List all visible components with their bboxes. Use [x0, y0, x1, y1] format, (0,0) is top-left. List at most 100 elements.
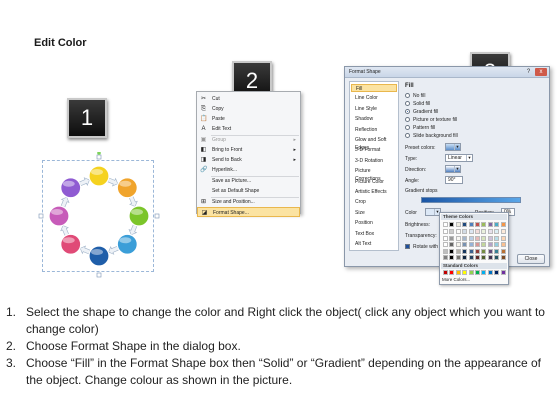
theme-color-swatch[interactable]: [500, 229, 506, 235]
theme-color-swatch[interactable]: [468, 255, 474, 260]
dialog-nav-item[interactable]: Alt Text: [351, 240, 397, 248]
angle-spinner[interactable]: 90°: [445, 176, 463, 184]
standard-color-swatch[interactable]: [468, 270, 474, 275]
help-icon[interactable]: ?: [524, 68, 533, 76]
theme-color-swatch[interactable]: [468, 242, 474, 248]
theme-color-swatch[interactable]: [468, 248, 474, 254]
fill-option-radio[interactable]: [405, 109, 410, 114]
close-icon[interactable]: x: [535, 68, 547, 76]
theme-color-swatch[interactable]: [487, 229, 493, 235]
theme-color-swatch[interactable]: [487, 235, 493, 241]
theme-color-swatch[interactable]: [455, 235, 461, 241]
context-menu-item[interactable]: ▣ Group ▸: [197, 135, 300, 145]
direction-dropdown[interactable]: ▼: [445, 165, 461, 173]
theme-color-swatch[interactable]: [455, 222, 461, 227]
theme-color-swatch[interactable]: [494, 248, 500, 254]
dialog-nav-item[interactable]: Text Box: [351, 230, 397, 238]
dialog-nav-item[interactable]: Position: [351, 219, 397, 227]
cycle-circle[interactable]: [60, 233, 82, 255]
dialog-nav-item[interactable]: Size: [351, 209, 397, 217]
theme-color-swatch[interactable]: [475, 248, 480, 254]
context-menu-item[interactable]: 📋 Paste: [197, 114, 300, 124]
theme-color-swatch[interactable]: [481, 255, 487, 260]
context-menu-item[interactable]: A Edit Text: [197, 124, 300, 134]
dialog-nav-item[interactable]: Glow and Soft Edges: [351, 136, 397, 151]
theme-color-swatch[interactable]: [500, 222, 506, 227]
theme-color-swatch[interactable]: [500, 248, 506, 254]
theme-color-swatch[interactable]: [443, 229, 448, 235]
cycle-circle[interactable]: [116, 177, 138, 199]
theme-color-swatch[interactable]: [443, 242, 448, 248]
theme-color-swatch[interactable]: [449, 235, 455, 241]
standard-color-swatch[interactable]: [500, 270, 506, 275]
theme-color-swatch[interactable]: [455, 255, 461, 260]
theme-color-swatch[interactable]: [481, 235, 487, 241]
fill-option-radio[interactable]: [405, 125, 410, 130]
context-menu-item[interactable]: 🔗 Hyperlink...: [197, 165, 300, 175]
theme-color-swatch[interactable]: [449, 229, 455, 235]
theme-color-swatch[interactable]: [443, 255, 448, 260]
fill-option-radio[interactable]: [405, 101, 410, 106]
theme-color-swatch[interactable]: [449, 242, 455, 248]
cycle-circle[interactable]: [48, 205, 70, 227]
standard-color-swatch[interactable]: [455, 270, 461, 275]
theme-color-swatch[interactable]: [462, 248, 468, 254]
theme-color-swatch[interactable]: [475, 255, 480, 260]
dialog-nav-item[interactable]: Artistic Effects: [351, 188, 397, 196]
theme-color-swatch[interactable]: [462, 242, 468, 248]
dialog-nav-item[interactable]: Picture Color: [351, 178, 397, 186]
selection-handle[interactable]: [154, 213, 160, 219]
cycle-circle[interactable]: [60, 177, 82, 199]
theme-color-swatch[interactable]: [475, 229, 480, 235]
theme-color-swatch[interactable]: [449, 222, 455, 227]
theme-color-swatch[interactable]: [468, 235, 474, 241]
selection-handle[interactable]: [38, 213, 44, 219]
dialog-nav-item[interactable]: Shadow: [351, 115, 397, 123]
standard-color-swatch[interactable]: [443, 270, 448, 275]
theme-color-swatch[interactable]: [449, 255, 455, 260]
theme-color-swatch[interactable]: [481, 222, 487, 227]
context-menu-item[interactable]: ✂ Cut: [197, 94, 300, 104]
theme-color-swatch[interactable]: [481, 248, 487, 254]
standard-color-swatch[interactable]: [494, 270, 500, 275]
cycle-circle[interactable]: [88, 165, 110, 187]
theme-color-swatch[interactable]: [487, 248, 493, 254]
theme-color-swatch[interactable]: [500, 255, 506, 260]
fill-option-radio[interactable]: [405, 133, 410, 138]
fill-option-radio[interactable]: [405, 117, 410, 122]
theme-color-swatch[interactable]: [487, 242, 493, 248]
theme-color-swatch[interactable]: [494, 229, 500, 235]
close-button[interactable]: Close: [517, 254, 545, 264]
standard-color-swatch[interactable]: [449, 270, 455, 275]
theme-color-swatch[interactable]: [455, 248, 461, 254]
cycle-circle[interactable]: [88, 245, 110, 267]
theme-color-swatch[interactable]: [494, 222, 500, 227]
theme-color-swatch[interactable]: [481, 242, 487, 248]
theme-color-swatch[interactable]: [475, 235, 480, 241]
context-menu-item[interactable]: Set as Default Shape: [197, 186, 300, 196]
theme-color-swatch[interactable]: [443, 222, 448, 227]
theme-color-swatch[interactable]: [487, 222, 493, 227]
context-menu-item[interactable]: ◪ Format Shape...: [197, 207, 300, 217]
theme-color-swatch[interactable]: [462, 222, 468, 227]
more-colors-link[interactable]: More Colors...: [442, 277, 470, 282]
dialog-nav-item[interactable]: Reflection: [351, 126, 397, 134]
theme-color-swatch[interactable]: [481, 229, 487, 235]
theme-color-swatch[interactable]: [455, 242, 461, 248]
theme-color-swatch[interactable]: [487, 255, 493, 260]
dialog-nav-item[interactable]: 3-D Rotation: [351, 157, 397, 165]
fill-option-radio[interactable]: [405, 93, 410, 98]
selection-handle[interactable]: [96, 272, 102, 278]
standard-color-swatch[interactable]: [475, 270, 480, 275]
selection-handle[interactable]: [96, 154, 102, 160]
theme-color-swatch[interactable]: [475, 242, 480, 248]
circular-shape-cycle[interactable]: [36, 152, 166, 282]
standard-color-swatch[interactable]: [462, 270, 468, 275]
context-menu-item[interactable]: ⊞ Size and Position...: [197, 197, 300, 207]
cycle-circle[interactable]: [116, 233, 138, 255]
theme-color-swatch[interactable]: [443, 235, 448, 241]
cycle-circle[interactable]: [128, 205, 150, 227]
theme-color-swatch[interactable]: [449, 248, 455, 254]
theme-color-swatch[interactable]: [455, 229, 461, 235]
theme-color-swatch[interactable]: [462, 235, 468, 241]
